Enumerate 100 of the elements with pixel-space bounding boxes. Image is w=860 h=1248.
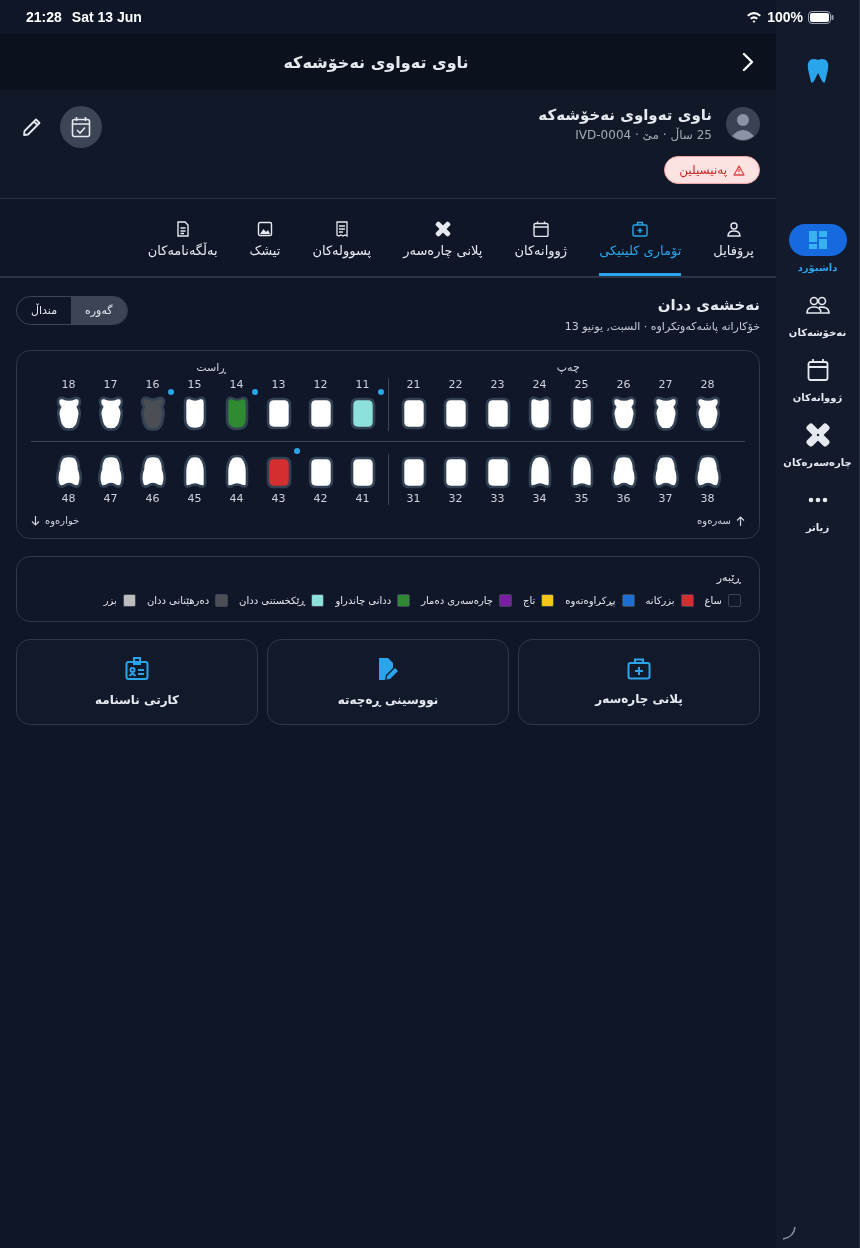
- bandage-icon: [434, 220, 451, 237]
- note-dot: [167, 389, 174, 395]
- tab[interactable]: بەڵگەنامەکان: [147, 199, 218, 276]
- sidebar-item[interactable]: نەخۆشەکان: [788, 289, 847, 338]
- tab[interactable]: پلانی چارەسەر: [403, 199, 483, 276]
- autosave-note: خۆکارانە پاشەکەوتکراوە · السبت, يونيو 13: [564, 320, 760, 333]
- tooth-drawing[interactable]: [692, 454, 723, 490]
- tooth-number: 34: [532, 492, 547, 505]
- tooth-number: 36: [616, 492, 631, 505]
- sidebar-item[interactable]: ژووانەکان: [788, 354, 847, 403]
- legend-label: بزر: [103, 595, 117, 606]
- tooth-number: 15: [187, 378, 202, 391]
- tooth-number: 24: [532, 378, 547, 391]
- calendar-check-icon: [71, 116, 91, 138]
- tab[interactable]: پسوولەکان: [312, 199, 372, 276]
- tooth-drawing[interactable]: [95, 454, 126, 490]
- tooth-number: 17: [103, 378, 118, 391]
- tooth-number: 33: [490, 492, 505, 505]
- tooth-number: 47: [103, 492, 118, 505]
- battery-percent: 100%: [767, 9, 803, 25]
- tooth-number: 21: [406, 378, 421, 391]
- bandage-icon: [805, 423, 830, 447]
- legend-label: دەرهێنانی ددان: [146, 595, 210, 606]
- legend-label: ساغ: [704, 595, 722, 606]
- document-icon: [174, 220, 191, 237]
- person-icon: [725, 220, 742, 237]
- tooth-drawing[interactable]: [137, 454, 168, 490]
- tooth-number: 14: [229, 378, 244, 391]
- resize-handle-icon: [782, 1226, 796, 1240]
- page-title: ناوی تەواوی نەخۆشەکە: [282, 52, 470, 72]
- tooth-number: 37: [658, 492, 673, 505]
- tooth-number: 12: [313, 378, 328, 391]
- calendar-icon: [806, 358, 829, 382]
- wifi-icon: [746, 11, 763, 23]
- legend-title: ڕێبەر: [715, 571, 741, 584]
- tooth-number: 46: [145, 492, 160, 505]
- tooth-number: 32: [448, 492, 463, 505]
- segment-button[interactable]: منداڵ: [17, 297, 72, 324]
- legend-label: پڕکراوەتەوە: [565, 595, 616, 606]
- tooth-number: 44: [229, 492, 244, 505]
- legend-label: بزرکانە: [645, 595, 675, 606]
- action-card-button[interactable]: پلانی چارەسەر: [518, 639, 760, 725]
- tooth-number: 35: [574, 492, 589, 505]
- status-date: Sat 13 Jun: [71, 9, 142, 25]
- warning-icon: [733, 164, 745, 176]
- dashboard-icon: [807, 230, 828, 250]
- patient-details: 25 ساڵ · مێ · IVD-0004: [574, 128, 712, 142]
- tooth-number: 13: [271, 378, 286, 391]
- schedule-button[interactable]: [60, 106, 102, 148]
- action-card-button[interactable]: نووسینی ڕەچەتە: [267, 639, 509, 725]
- sidebar-item[interactable]: زیاتر: [788, 484, 847, 533]
- tab[interactable]: تۆماری کلینیکی: [599, 199, 682, 276]
- tab[interactable]: پرۆفایل: [713, 199, 754, 276]
- arrow-up-icon: [736, 515, 745, 526]
- lower-jaw-hint: خوارەوە: [45, 515, 80, 526]
- tooth-number: 22: [448, 378, 463, 391]
- back-chevron-icon[interactable]: [742, 52, 754, 72]
- section-title: نەخشەی ددان: [656, 296, 760, 314]
- tooth-drawing[interactable]: [53, 454, 84, 490]
- legend-label: ددانی چاندراو: [335, 595, 392, 606]
- tooth-number: 11: [355, 378, 370, 391]
- legend-label: چارەسەری دەمار: [421, 595, 493, 606]
- patient-name: ناوی تەواوی نەخۆشەکە: [538, 106, 712, 124]
- status-time: 21:28: [26, 9, 62, 25]
- upper-jaw-hint: سەرەوە: [697, 515, 731, 526]
- tooth-number: 41: [355, 492, 370, 505]
- tooth-drawing[interactable]: [608, 454, 639, 490]
- avatar-icon: [726, 107, 760, 141]
- tab[interactable]: تیشک: [249, 199, 281, 276]
- tooth-number: 25: [574, 378, 589, 391]
- tooth-number: 18: [61, 378, 76, 391]
- tab[interactable]: ژووانەکان: [514, 199, 568, 276]
- calendar-icon: [532, 220, 549, 237]
- legend-label: تاج: [522, 595, 536, 606]
- receipt-icon: [333, 220, 350, 237]
- allergy-text: پەنیسیلین: [679, 163, 727, 177]
- edit-pencil-icon[interactable]: [22, 117, 42, 137]
- tooth-number: 28: [700, 378, 715, 391]
- side-label: ڕاست: [196, 361, 227, 374]
- action-card-button[interactable]: کارتی ناسنامە: [16, 639, 258, 725]
- segment-button[interactable]: گەورە: [71, 297, 127, 324]
- tooth-number: 26: [616, 378, 631, 391]
- tooth-drawing[interactable]: [650, 454, 681, 490]
- battery-icon: [808, 10, 834, 24]
- side-label: چەپ: [556, 361, 580, 374]
- medical-kit-icon: [627, 658, 651, 680]
- tooth-number: 31: [406, 492, 421, 505]
- id-badge-icon: [125, 657, 149, 681]
- tooth-number: 16: [145, 378, 160, 391]
- medical-kit-icon: [632, 220, 649, 237]
- note-dot: [251, 389, 258, 395]
- legend-label: ڕێکخستنی ددان: [239, 595, 306, 606]
- tooth-number: 42: [313, 492, 328, 505]
- note-dot: [377, 389, 384, 395]
- tooth-number: 48: [61, 492, 76, 505]
- tooth-number: 27: [658, 378, 673, 391]
- tooth-number: 38: [700, 492, 715, 505]
- tooth-number: 45: [187, 492, 202, 505]
- note-dot: [293, 448, 300, 454]
- sidebar-item[interactable]: چارەسەرەکان: [783, 419, 852, 468]
